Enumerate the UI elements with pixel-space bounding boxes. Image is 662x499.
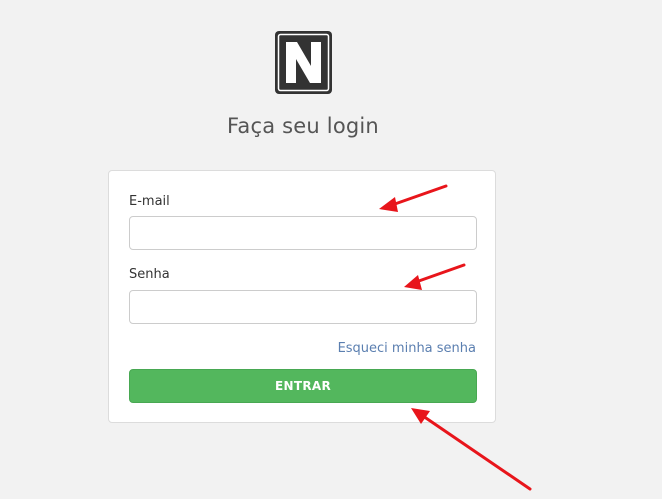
email-label: E-mail xyxy=(129,194,170,209)
password-field[interactable] xyxy=(129,290,477,324)
login-page: Faça seu login E-mail Senha Esqueci minh… xyxy=(0,0,662,499)
password-label: Senha xyxy=(129,267,170,282)
login-form: E-mail Senha Esqueci minha senha ENTRAR xyxy=(108,170,496,423)
email-field[interactable] xyxy=(129,216,477,250)
forgot-password-link[interactable]: Esqueci minha senha xyxy=(338,341,476,356)
page-title: Faça seu login xyxy=(227,114,379,138)
n-logo-icon xyxy=(275,31,332,94)
submit-button[interactable]: ENTRAR xyxy=(129,369,477,403)
